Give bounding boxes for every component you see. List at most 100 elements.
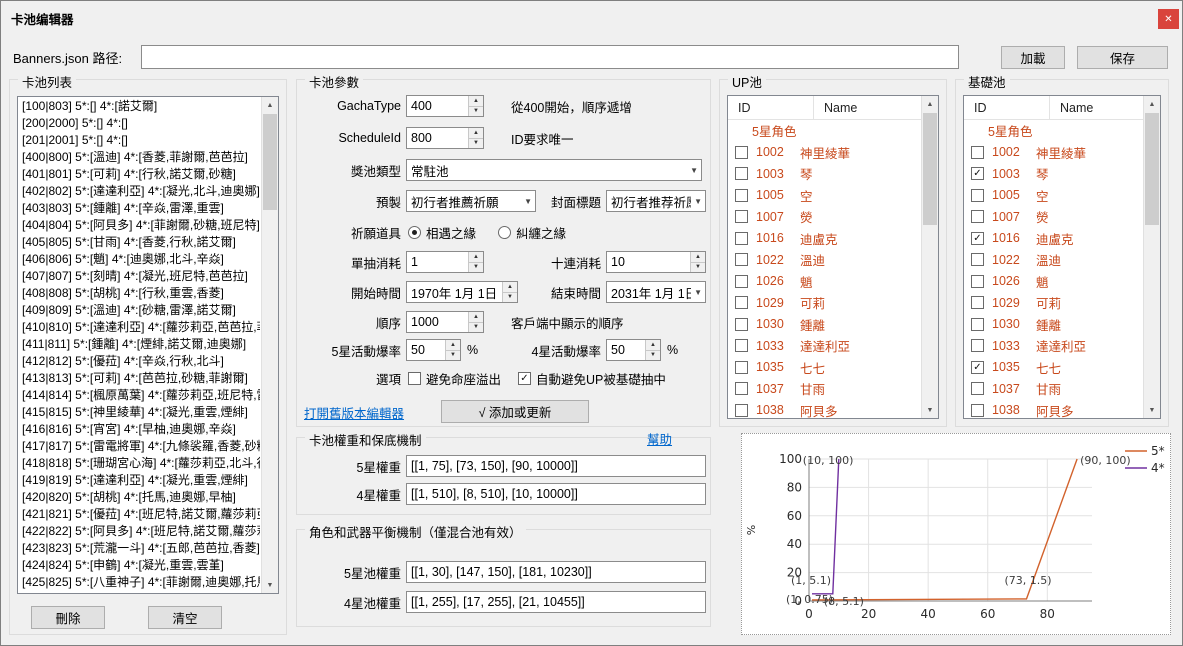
row-checkbox[interactable] <box>971 189 984 202</box>
list-item[interactable]: [408|808] 5*:[胡桃] 4*:[行秋,重雲,香菱] <box>19 285 260 302</box>
list-item[interactable]: [411|811] 5*:[鍾離] 4*:[煙緋,諾艾爾,迪奧娜] <box>19 336 260 353</box>
table-row[interactable]: 1029可莉 <box>728 292 921 314</box>
scroll-thumb[interactable] <box>1145 113 1159 225</box>
start-time-spinner[interactable]: ▲▼ <box>502 282 517 302</box>
scroll-up-icon[interactable]: ▲ <box>1144 96 1160 112</box>
clear-button[interactable]: 清空 <box>148 606 222 629</box>
row-checkbox[interactable] <box>735 361 748 374</box>
scroll-down-icon[interactable]: ▼ <box>922 402 938 418</box>
row-checkbox[interactable] <box>735 253 748 266</box>
row-checkbox[interactable] <box>735 275 748 288</box>
list-item[interactable]: [418|818] 5*:[珊瑚宮心海] 4*:[蘿莎莉亞,北斗,行秋] <box>19 455 260 472</box>
path-input[interactable] <box>141 45 959 69</box>
spin-up-icon[interactable]: ▲ <box>446 340 460 350</box>
spin-up-icon[interactable]: ▲ <box>469 96 483 106</box>
spin-down-icon[interactable]: ▼ <box>446 350 460 361</box>
rate4-spinner[interactable]: ▲▼ <box>645 340 660 360</box>
column-header-id[interactable]: ID <box>728 96 814 119</box>
spin-up-icon[interactable]: ▲ <box>469 252 483 262</box>
spin-up-icon[interactable]: ▲ <box>503 282 517 292</box>
spin-up-icon[interactable]: ▲ <box>691 252 705 262</box>
spin-up-icon[interactable]: ▲ <box>646 340 660 350</box>
row-checkbox[interactable] <box>971 210 984 223</box>
list-item[interactable]: [413|813] 5*:[可莉] 4*:[芭芭拉,砂糖,菲謝爾] <box>19 370 260 387</box>
table-row[interactable]: 1005空 <box>964 185 1143 207</box>
gachatype-spinner[interactable]: ▲▼ <box>468 96 483 116</box>
row-checkbox[interactable] <box>735 339 748 352</box>
row-checkbox[interactable] <box>971 296 984 309</box>
help-link[interactable]: 幫助 <box>647 430 672 446</box>
row-checkbox[interactable] <box>971 318 984 331</box>
list-item[interactable]: [412|812] 5*:[優菈] 4*:[辛焱,行秋,北斗] <box>19 353 260 370</box>
rate5-spinner[interactable]: ▲▼ <box>445 340 460 360</box>
spin-down-icon[interactable]: ▼ <box>469 262 483 273</box>
up-pool-scrollbar[interactable]: ▲ ▼ <box>921 96 938 418</box>
list-item[interactable]: [402|802] 5*:[達達利亞] 4*:[凝光,北斗,迪奧娜] <box>19 183 260 200</box>
row-checkbox[interactable] <box>735 296 748 309</box>
weight5-input[interactable]: [[1, 75], [73, 150], [90, 10000]] <box>406 455 706 477</box>
ten-cost-input[interactable]: 10 ▲▼ <box>606 251 706 273</box>
single-cost-input[interactable]: 1 ▲▼ <box>406 251 484 273</box>
spin-down-icon[interactable]: ▼ <box>469 138 483 149</box>
list-item[interactable]: [420|820] 5*:[胡桃] 4*:[托馬,迪奧娜,早柚] <box>19 489 260 506</box>
pool-type-select[interactable]: 常駐池 ▼ <box>406 159 702 181</box>
row-checkbox[interactable] <box>971 382 984 395</box>
list-item[interactable]: [425|825] 5*:[八重神子] 4*:[菲謝爾,迪奧娜,托馬] <box>19 574 260 591</box>
open-old-editor-link[interactable]: 打開舊版本編輯器 <box>304 402 404 422</box>
scroll-up-icon[interactable]: ▲ <box>262 97 278 113</box>
row-checkbox[interactable] <box>971 253 984 266</box>
list-item[interactable]: [201|2001] 5*:[] 4*:[] <box>19 132 260 149</box>
pool-list-scrollbar[interactable]: ▲ ▼ <box>261 97 278 593</box>
pool-weight5-input[interactable]: [[1, 30], [147, 150], [181, 10230]] <box>406 561 706 583</box>
list-item[interactable]: [404|804] 5*:[阿貝多] 4*:[菲謝爾,砂糖,班尼特] <box>19 217 260 234</box>
list-item[interactable]: [419|819] 5*:[達達利亞] 4*:[凝光,重雲,煙緋] <box>19 472 260 489</box>
list-item[interactable]: [422|822] 5*:[阿貝多] 4*:[班尼特,諾艾爾,蘿莎莉亞] <box>19 523 260 540</box>
list-item[interactable]: [403|803] 5*:[鍾離] 4*:[辛焱,雷澤,重雲] <box>19 200 260 217</box>
table-row[interactable]: 1007熒 <box>964 206 1143 228</box>
checkbox-auto-avoid-up[interactable]: ✓ 自動避免UP被基礎抽中 <box>518 367 666 389</box>
table-row[interactable]: 1037甘雨 <box>728 378 921 400</box>
spin-down-icon[interactable]: ▼ <box>646 350 660 361</box>
gachatype-input[interactable]: 400 ▲▼ <box>406 95 484 117</box>
pool-weight4-input[interactable]: [[1, 255], [17, 255], [21, 10455]] <box>406 591 706 613</box>
table-row[interactable]: 1007熒 <box>728 206 921 228</box>
table-row[interactable]: 1037甘雨 <box>964 378 1143 400</box>
table-row[interactable]: 1022溫迪 <box>728 249 921 271</box>
table-row[interactable]: ✓1016迪盧克 <box>964 228 1143 250</box>
table-row[interactable]: 1030鍾離 <box>728 314 921 336</box>
list-item[interactable]: [405|805] 5*:[甘雨] 4*:[香菱,行秋,諾艾爾] <box>19 234 260 251</box>
table-row[interactable]: ✓1003琴 <box>964 163 1143 185</box>
base-pool-scrollbar[interactable]: ▲ ▼ <box>1143 96 1160 418</box>
row-checkbox[interactable] <box>971 275 984 288</box>
row-checkbox[interactable] <box>735 167 748 180</box>
ten-cost-spinner[interactable]: ▲▼ <box>690 252 705 272</box>
list-item[interactable]: [410|810] 5*:[達達利亞] 4*:[蘿莎莉亞,芭芭拉,菲謝爾] <box>19 319 260 336</box>
order-spinner[interactable]: ▲▼ <box>468 312 483 332</box>
list-item[interactable]: [200|2000] 5*:[] 4*:[] <box>19 115 260 132</box>
list-item[interactable]: [423|823] 5*:[荒瀧一斗] 4*:[五郎,芭芭拉,香菱] <box>19 540 260 557</box>
row-checkbox[interactable]: ✓ <box>971 361 984 374</box>
spin-down-icon[interactable]: ▼ <box>691 262 705 273</box>
row-checkbox[interactable]: ✓ <box>971 167 984 180</box>
table-row[interactable]: 1002神里綾華 <box>728 142 921 164</box>
spin-up-icon[interactable]: ▲ <box>469 312 483 322</box>
list-item[interactable]: [415|815] 5*:[神里綾華] 4*:[凝光,重雲,煙緋] <box>19 404 260 421</box>
single-cost-spinner[interactable]: ▲▼ <box>468 252 483 272</box>
rate5-input[interactable]: 50 ▲▼ <box>406 339 461 361</box>
scroll-thumb[interactable] <box>923 113 937 225</box>
table-row[interactable]: 1003琴 <box>728 163 921 185</box>
table-row[interactable]: ✓1035七七 <box>964 357 1143 379</box>
weight4-input[interactable]: [[1, 510], [8, 510], [10, 10000]] <box>406 483 706 505</box>
table-row[interactable]: 1033達達利亞 <box>964 335 1143 357</box>
list-item[interactable]: [409|809] 5*:[溫迪] 4*:[砂糖,雷澤,諾艾爾] <box>19 302 260 319</box>
preset-select[interactable]: 初行者推薦祈願 ▼ <box>406 190 536 212</box>
list-item[interactable]: [417|817] 5*:[雷電將軍] 4*:[九條裟羅,香菱,砂糖] <box>19 438 260 455</box>
table-row[interactable]: 1033達達利亞 <box>728 335 921 357</box>
row-checkbox[interactable] <box>971 339 984 352</box>
row-checkbox[interactable] <box>735 232 748 245</box>
scroll-up-icon[interactable]: ▲ <box>922 96 938 112</box>
scroll-down-icon[interactable]: ▼ <box>1144 402 1160 418</box>
load-button[interactable]: 加載 <box>1001 46 1065 69</box>
end-time-picker[interactable]: 2031年 1月 1日 ▼ <box>606 281 706 303</box>
checkbox-avoid-constellation-overflow[interactable]: 避免命座溢出 <box>408 367 501 389</box>
